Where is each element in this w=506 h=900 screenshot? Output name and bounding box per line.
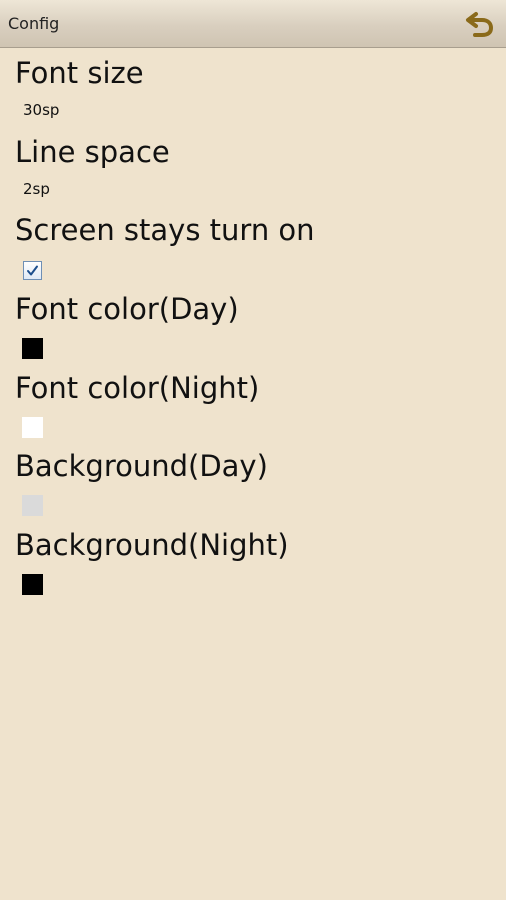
setting-screen-stays-on[interactable]: Screen stays turn on <box>0 205 506 284</box>
screen-stays-on-checkbox[interactable] <box>23 261 42 281</box>
back-button[interactable] <box>462 8 498 40</box>
font-size-value: 30sp <box>23 101 60 119</box>
setting-background-day[interactable]: Background(Day) <box>0 441 506 520</box>
settings-list: Font size 30sp Line space 2sp Screen sta… <box>0 48 506 599</box>
background-night-label: Background(Night) <box>15 528 289 563</box>
setting-line-space[interactable]: Line space 2sp <box>0 127 506 206</box>
setting-font-size[interactable]: Font size 30sp <box>0 48 506 127</box>
line-space-label: Line space <box>15 134 170 169</box>
font-color-night-swatch[interactable] <box>22 416 43 438</box>
background-day-swatch[interactable] <box>22 495 43 517</box>
title-bar: Config <box>0 0 506 48</box>
back-arrow-icon <box>466 12 494 37</box>
font-color-day-label: Font color(Day) <box>15 292 239 327</box>
font-size-label: Font size <box>15 56 144 90</box>
checkmark-icon <box>27 265 38 276</box>
setting-background-night[interactable]: Background(Night) <box>0 520 506 599</box>
setting-font-color-night[interactable]: Font color(Night) <box>0 363 506 442</box>
font-color-day-swatch[interactable] <box>22 338 43 360</box>
line-space-value: 2sp <box>23 179 50 198</box>
setting-font-color-day[interactable]: Font color(Day) <box>0 284 506 363</box>
page-title: Config <box>8 14 60 33</box>
screen-stays-on-label: Screen stays turn on <box>15 213 315 248</box>
font-color-night-label: Font color(Night) <box>15 370 260 405</box>
background-night-swatch[interactable] <box>22 574 43 596</box>
background-day-label: Background(Day) <box>15 449 268 484</box>
